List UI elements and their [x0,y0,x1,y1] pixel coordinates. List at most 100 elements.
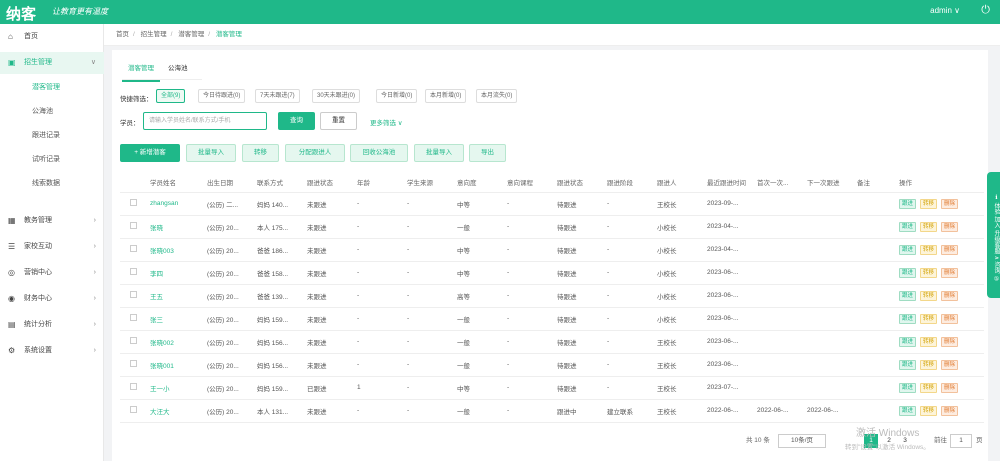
checkbox[interactable] [130,268,137,275]
table-row[interactable]: 张三 (公历) 20... 妈妈 159... 未跟进 - - 一般 - 待跟进 - 小校长 2023… [120,307,984,331]
sidebar-sub-leads[interactable]: 线索数据 [0,172,104,196]
followup-button[interactable]: 跟进 [899,267,917,278]
user-menu[interactable]: admin ∨ [930,6,960,15]
checkbox[interactable] [130,199,137,206]
sidebar-item-finance[interactable]: ◉ 财务中心 › [0,288,104,310]
filter-chip[interactable]: 7天未跟进(7) [255,89,300,103]
followup-button[interactable]: 跟进 [899,336,917,347]
sidebar-item-stats[interactable]: ▤ 统计分析 › [0,314,104,336]
export-button[interactable]: 导出 [469,144,506,162]
row-checkbox[interactable] [120,261,150,285]
student-name[interactable]: zhangsan [150,192,207,216]
delete-button[interactable]: 删除 [941,267,959,278]
filter-chip[interactable]: 今日新增(0) [376,89,418,103]
checkbox[interactable] [130,314,137,321]
recycle-button[interactable]: 回收公海池 [350,144,408,162]
tab-potential[interactable]: 潜客管理 [122,58,160,82]
filter-chip[interactable]: 本月流失(0) [476,89,518,103]
transfer-row-button[interactable]: 转移 [920,382,938,393]
table-row[interactable]: 王一小 (公历) 20... 妈妈 159... 已跟进 1- 中等 - 待跟进 - 王校长 202… [120,376,984,400]
checkbox[interactable] [130,383,137,390]
filter-chip[interactable]: 30天未跟进(0) [312,89,361,103]
row-checkbox[interactable] [120,215,150,239]
followup-button[interactable]: 跟进 [899,405,917,416]
sidebar-item-home[interactable]: ⌂ 首页 [0,26,104,48]
filter-chip[interactable]: 本月新增(0) [425,89,467,103]
sidebar-item-settings[interactable]: ⚙ 系统设置 › [0,340,104,362]
delete-button[interactable]: 删除 [941,198,959,209]
student-name[interactable]: 王一小 [150,376,207,400]
table-row[interactable]: zhangsan (公历) 二... 妈妈 140... 未跟进 - - 中等 - 待跟进 - 王校… [120,192,984,216]
followup-button[interactable]: 跟进 [899,313,917,324]
checkbox[interactable] [130,360,137,367]
transfer-row-button[interactable]: 转移 [920,198,938,209]
query-button[interactable]: 查询 [278,112,315,130]
delete-button[interactable]: 删除 [941,359,959,370]
delete-button[interactable]: 删除 [941,405,959,416]
sidebar-item-marketing[interactable]: ◎ 营销中心 › [0,262,104,284]
transfer-row-button[interactable]: 转移 [920,244,938,255]
row-checkbox[interactable] [120,284,150,308]
row-checkbox[interactable] [120,330,150,354]
delete-button[interactable]: 删除 [941,382,959,393]
row-checkbox[interactable] [120,399,150,423]
transfer-row-button[interactable]: 转移 [920,313,938,324]
filter-chip[interactable]: 今日待跟进(0) [198,89,246,103]
table-row[interactable]: 张晓002 (公历) 20... 妈妈 156... 未跟进 - - 一般 - 待跟进 - 王校长 2… [120,330,984,354]
goto-input[interactable]: 1 [950,434,972,448]
checkbox[interactable] [130,245,137,252]
student-name[interactable]: 王五 [150,284,207,308]
followup-button[interactable]: 跟进 [899,198,917,209]
breadcrumb-item[interactable]: 首页 [116,31,129,38]
sidebar-sub-pool[interactable]: 公海池 [0,100,104,124]
student-name[interactable]: 张晓002 [150,330,207,354]
sidebar-sub-followup[interactable]: 跟进记录 [0,124,104,148]
tab-pool[interactable]: 公海池 [162,58,194,80]
table-row[interactable]: 李四 (公历) 20... 爸爸 158... 未跟进 - - 中等 - 待跟进 - 小校长 2023… [120,261,984,285]
student-name[interactable]: 张三 [150,307,207,331]
table-row[interactable]: 张晓 (公历) 20... 本人 175... 未跟进 - - 一般 - 待跟进 - 小校长 2023… [120,215,984,239]
followup-button[interactable]: 跟进 [899,359,917,370]
search-input[interactable]: 请输入学员姓名/联系方式/手机 [143,112,267,130]
sidebar-item-homeschool[interactable]: ☰ 家校互动 › [0,236,104,258]
float-help-tab[interactable]: ℹ 体验 加入 升级客服 ∧ 咨询 ⑤ [987,172,1000,298]
transfer-button[interactable]: 转移 [242,144,279,162]
page-size-select[interactable]: 10条/页 [778,434,826,448]
checkbox[interactable] [130,406,137,413]
student-name[interactable]: 大汪大 [150,399,207,423]
row-checkbox[interactable] [120,192,150,216]
delete-button[interactable]: 删除 [941,290,959,301]
transfer-row-button[interactable]: 转移 [920,221,938,232]
table-row[interactable]: 张晓001 (公历) 20... 妈妈 156... 未跟进 - - 一般 - 待跟进 - 王校长 2… [120,353,984,377]
checkbox[interactable] [130,291,137,298]
student-name[interactable]: 张晓003 [150,238,207,262]
delete-button[interactable]: 删除 [941,313,959,324]
sidebar-sub-trial[interactable]: 试听记录 [0,148,104,172]
row-checkbox[interactable] [120,307,150,331]
breadcrumb-item[interactable]: 招生管理 [141,31,167,38]
delete-button[interactable]: 删除 [941,221,959,232]
add-potential-button[interactable]: + 新增潜客 [120,144,180,162]
student-name[interactable]: 张晓001 [150,353,207,377]
reset-button[interactable]: 重置 [320,112,357,130]
followup-button[interactable]: 跟进 [899,290,917,301]
power-icon[interactable]: ⏻ [981,4,990,17]
transfer-row-button[interactable]: 转移 [920,359,938,370]
row-checkbox[interactable] [120,376,150,400]
transfer-row-button[interactable]: 转移 [920,405,938,416]
row-checkbox[interactable] [120,353,150,377]
transfer-row-button[interactable]: 转移 [920,336,938,347]
row-checkbox[interactable] [120,238,150,262]
sidebar-item-academic[interactable]: ▦ 教务管理 › [0,210,104,232]
followup-button[interactable]: 跟进 [899,382,917,393]
transfer-row-button[interactable]: 转移 [920,290,938,301]
followup-button[interactable]: 跟进 [899,221,917,232]
more-filter-link[interactable]: 更多筛选 ∨ [370,117,403,127]
followup-button[interactable]: 跟进 [899,244,917,255]
transfer-row-button[interactable]: 转移 [920,267,938,278]
assign-button[interactable]: 分配跟进人 [285,144,345,162]
checkbox[interactable] [130,337,137,344]
batch-import-button[interactable]: 批量导入 [186,144,236,162]
filter-chip[interactable]: 全部(9) [156,89,186,103]
checkbox[interactable] [130,222,137,229]
